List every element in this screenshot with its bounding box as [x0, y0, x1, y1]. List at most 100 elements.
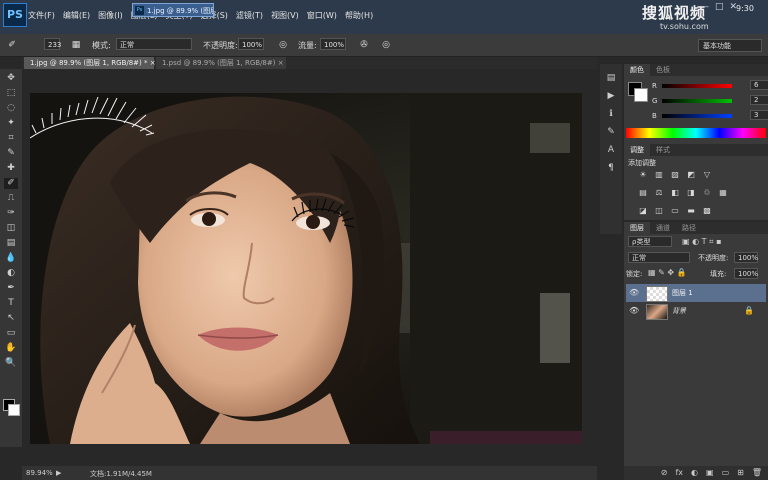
lock-icons[interactable]: ▦ ✎ ✥ 🔒 — [648, 268, 687, 277]
red-slider[interactable] — [662, 84, 732, 88]
adjustment-icon[interactable]: ▨ — [670, 170, 680, 180]
mode-select[interactable]: 正常 — [116, 38, 192, 50]
fill-field[interactable]: 100% — [734, 268, 758, 279]
actions-panel-icon[interactable]: ▶ — [605, 90, 617, 102]
document-canvas[interactable] — [30, 93, 582, 444]
brush-panel-icon[interactable]: ▦ — [70, 39, 82, 51]
green-slider[interactable] — [662, 99, 732, 103]
layer-kind-filter[interactable]: ρ类型 — [628, 236, 672, 247]
blend-mode-select[interactable]: 正常 — [628, 252, 690, 263]
pressure-size-icon[interactable]: ◎ — [380, 39, 392, 51]
tab-paths[interactable]: 路径 — [676, 222, 702, 234]
filter-icons[interactable]: ▣ ◐ T ⌗ ▪ — [682, 237, 722, 247]
brush-presets-panel-icon[interactable]: ✎ — [605, 126, 617, 138]
adjustment-icon[interactable]: ◧ — [670, 188, 680, 198]
hand-icon[interactable]: ✋ — [4, 343, 18, 354]
adjustment-icon[interactable]: ◨ — [686, 188, 696, 198]
adjustment-icon[interactable]: ◪ — [638, 206, 648, 216]
menu-edit[interactable]: 编辑(E) — [63, 10, 90, 24]
eraser-icon[interactable]: ◫ — [4, 223, 18, 234]
dodge-icon[interactable]: ◐ — [4, 268, 18, 279]
status-arrow-icon[interactable]: ▶ — [56, 469, 61, 477]
lasso-icon[interactable]: ◌ — [4, 103, 18, 114]
magic-wand-icon[interactable]: ✦ — [4, 118, 18, 129]
pressure-opacity-icon[interactable]: ◎ — [277, 39, 289, 51]
adjustment-icon[interactable]: ▥ — [654, 170, 664, 180]
menu-view[interactable]: 视图(V) — [271, 10, 299, 24]
adjustment-icon[interactable]: ▤ — [638, 188, 648, 198]
adjustment-icon[interactable]: ▬ — [686, 206, 696, 216]
marquee-icon[interactable]: ⬚ — [4, 88, 18, 99]
menu-image[interactable]: 图像(I) — [98, 10, 123, 24]
tab-color[interactable]: 颜色 — [624, 64, 650, 76]
layers-action-icon[interactable]: ⊞ — [737, 466, 744, 480]
green-value-field[interactable]: 2 — [750, 95, 768, 105]
visibility-eye-icon[interactable]: 👁 — [629, 288, 639, 298]
tab-swatches[interactable]: 色板 — [650, 64, 676, 76]
shape-icon[interactable]: ▭ — [4, 328, 18, 339]
history-brush-icon[interactable]: ✑ — [4, 208, 18, 219]
red-value-field[interactable]: 6 — [750, 80, 768, 90]
eyedropper-icon[interactable]: ✎ — [4, 148, 18, 159]
menu-file[interactable]: 文件(F) — [28, 10, 55, 24]
healing-icon[interactable]: ✚ — [4, 163, 18, 174]
adjustment-icon[interactable]: ◩ — [686, 170, 696, 180]
opacity-field[interactable]: 100% — [238, 38, 264, 50]
info-panel-icon[interactable]: ℹ — [605, 108, 617, 120]
zoom-icon[interactable]: 🔍 — [4, 358, 18, 369]
adjustment-icon[interactable]: ⚖ — [654, 188, 664, 198]
blur-icon[interactable]: 💧 — [4, 253, 18, 264]
flow-field[interactable]: 100% — [320, 38, 346, 50]
type-icon[interactable]: T — [4, 298, 18, 309]
background-color-icon[interactable] — [8, 404, 20, 416]
move-icon[interactable]: ✥ — [4, 73, 18, 84]
adjustment-icon[interactable]: ◫ — [654, 206, 664, 216]
brush-size-field[interactable]: 233 — [44, 38, 61, 50]
menu-help[interactable]: 帮助(H) — [345, 10, 373, 24]
adjustment-icon[interactable]: ▩ — [702, 206, 712, 216]
tab-1-jpg[interactable]: 1.jpg @ 89.9% (图层 1, RGB/8#) * × — [24, 57, 156, 69]
blue-value-field[interactable]: 3 — [750, 110, 768, 120]
maximize-button[interactable]: □ — [715, 2, 724, 12]
tab-adjustments[interactable]: 调整 — [624, 144, 650, 156]
adjustment-icon[interactable]: ▦ — [718, 188, 728, 198]
crop-icon[interactable]: ⌗ — [4, 133, 18, 144]
pen-icon[interactable]: ✒ — [4, 283, 18, 294]
layers-action-icon[interactable]: ▭ — [722, 466, 730, 480]
tab-layers[interactable]: 图层 — [624, 222, 650, 234]
menu-window[interactable]: 窗口(W) — [307, 10, 337, 24]
layer-row-background[interactable]: 👁 背景 🔒 — [626, 302, 766, 320]
adjustment-icon[interactable]: ▽ — [702, 170, 712, 180]
tab-styles[interactable]: 样式 — [650, 144, 676, 156]
lock-label: 锁定: — [626, 270, 643, 278]
adjustment-icon[interactable]: ▭ — [670, 206, 680, 216]
layers-action-icon[interactable]: 🗑 — [752, 466, 762, 480]
layers-action-icon[interactable]: ▣ — [706, 466, 714, 480]
layer-row-layer1[interactable]: 👁 图层 1 — [626, 284, 766, 302]
path-select-icon[interactable]: ↖ — [4, 313, 18, 324]
history-panel-icon[interactable]: ▤ — [605, 72, 617, 84]
blue-slider[interactable] — [662, 114, 732, 118]
gradient-icon[interactable]: ▤ — [4, 238, 18, 249]
workspace-select[interactable]: 基本功能 — [698, 39, 762, 52]
color-spectrum[interactable] — [626, 128, 766, 138]
background-color-swatch[interactable] — [634, 88, 648, 102]
stamp-icon[interactable]: ⎍ — [4, 193, 18, 204]
layers-action-icon[interactable]: ⊘ — [661, 466, 668, 480]
layers-action-icon[interactable]: fx — [675, 466, 683, 480]
adjustment-icon[interactable]: ♲ — [702, 188, 712, 198]
tab-1-psd[interactable]: 1.psd @ 89.9% (图层 1, RGB/8#) × — [156, 57, 286, 69]
airbrush-icon[interactable]: ✇ — [358, 39, 370, 51]
adjustment-icon[interactable]: ☀ — [638, 170, 648, 180]
visibility-eye-icon[interactable]: 👁 — [629, 306, 639, 316]
menu-filter[interactable]: 滤镜(T) — [236, 10, 263, 24]
taskbar-item[interactable]: Ps 1.jpg @ 89.9% (图层... — [132, 3, 214, 17]
tab-channels[interactable]: 通道 — [650, 222, 676, 234]
layers-action-icon[interactable]: ◐ — [691, 466, 698, 480]
layer-opacity-field[interactable]: 100% — [734, 252, 758, 263]
brush-icon[interactable]: ✐ — [4, 178, 18, 189]
character-panel-icon[interactable]: A — [605, 144, 617, 156]
zoom-level[interactable]: 89.94% — [26, 469, 53, 477]
paragraph-panel-icon[interactable]: ¶ — [605, 162, 617, 174]
brush-preset-icon[interactable]: ✐ — [6, 39, 18, 51]
